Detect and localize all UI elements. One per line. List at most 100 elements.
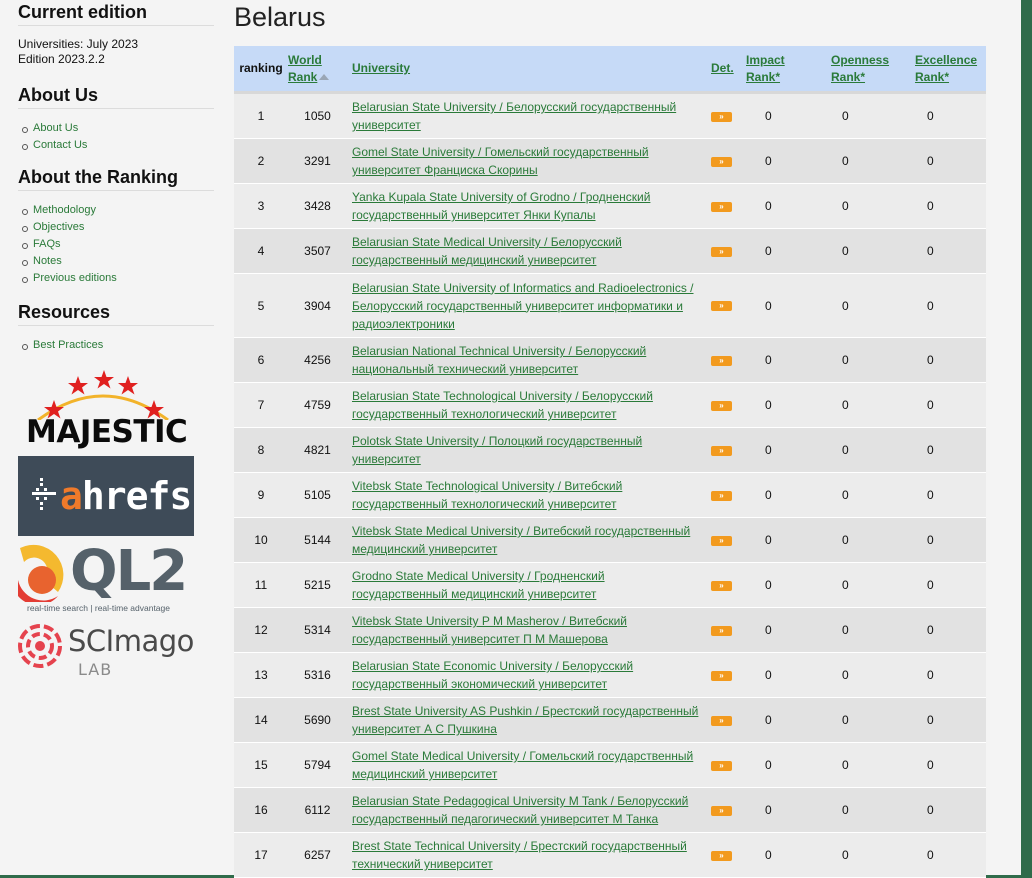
details-button[interactable]: » [711, 850, 732, 861]
details-button[interactable]: » [711, 625, 732, 636]
details-button[interactable]: » [711, 670, 732, 681]
table-row: 1 1050 Belarusian State University / Белор… [234, 92, 986, 139]
details-button[interactable]: » [711, 111, 732, 122]
resources-list: Best Practices [18, 337, 214, 354]
cell-det: » [709, 382, 746, 428]
details-button[interactable]: » [711, 490, 732, 501]
majestic-logo[interactable]: MAJESTIC [18, 370, 198, 450]
table-row: 4 3507 Belarusian State Medical University… [234, 228, 986, 274]
sidebar-item-previous-editions: Previous editions [22, 270, 214, 287]
university-link[interactable]: Grodno State Medical University / Гродне… [352, 569, 605, 601]
sidebar-item-about-us: About Us [22, 120, 214, 137]
university-link[interactable]: Vitebsk State Medical University / Витеб… [352, 524, 690, 556]
cell-impact-rank: 0 [746, 652, 811, 698]
cell-ranking: 3 [234, 183, 288, 229]
university-link[interactable]: Belarusian National Technical University… [352, 344, 646, 376]
details-button[interactable]: » [711, 580, 732, 591]
world-rank-label-1: World [288, 52, 322, 67]
table-row: 7 4759 Belarusian State Technological Univ… [234, 382, 986, 428]
methodology-link[interactable]: Methodology [33, 204, 96, 216]
cell-excellence-rank: 0 [895, 697, 986, 743]
previous-editions-link[interactable]: Previous editions [33, 272, 117, 284]
cell-university: Vitebsk State Medical University / Витеб… [351, 517, 709, 563]
notes-link[interactable]: Notes [33, 255, 62, 267]
university-link[interactable]: Gomel State University / Гомельский госу… [352, 145, 649, 177]
cell-excellence-rank: 0 [895, 183, 986, 229]
details-button[interactable]: » [711, 201, 732, 212]
cell-openness-rank: 0 [811, 652, 895, 698]
cell-impact-rank: 0 [746, 337, 811, 383]
university-link[interactable]: Belarusian State Pedagogical University … [352, 794, 688, 826]
details-button[interactable]: » [711, 715, 732, 726]
cell-det: » [709, 472, 746, 518]
cell-university: Gomel State Medical University / Гомельс… [351, 742, 709, 788]
sort-world-rank-link[interactable]: World Rank [288, 53, 322, 84]
sort-det-link[interactable]: Det. [711, 61, 734, 75]
cell-openness-rank: 0 [811, 92, 895, 139]
objectives-link[interactable]: Objectives [33, 221, 84, 233]
cell-openness-rank: 0 [811, 562, 895, 608]
cell-excellence-rank: 0 [895, 607, 986, 653]
cell-ranking: 11 [234, 562, 288, 608]
sort-excellence-link[interactable]: Excellence Rank* [915, 53, 977, 84]
col-ranking: ranking [234, 46, 288, 94]
openness-label-1: Openness [831, 52, 890, 67]
university-link[interactable]: Vitebsk State University P M Masherov / … [352, 614, 627, 646]
edition-number: Edition 2023.2.2 [18, 52, 105, 66]
university-link[interactable]: Vitebsk State Technological University /… [352, 479, 622, 511]
faqs-link[interactable]: FAQs [33, 238, 61, 250]
university-link[interactable]: Belarusian State Medical University / Бе… [352, 235, 622, 267]
details-button[interactable]: » [711, 535, 732, 546]
excellence-label-1: Excellence [915, 52, 978, 67]
university-link[interactable]: Brest State Technical University / Брест… [352, 839, 687, 871]
sort-university-link[interactable]: University [352, 61, 410, 75]
university-link[interactable]: Belarusian State University / Белорусски… [352, 100, 676, 132]
scimago-logo-text: SCImago [68, 624, 194, 658]
details-button[interactable]: » [711, 156, 732, 167]
sort-impact-link[interactable]: Impact Rank* [746, 53, 785, 84]
cell-impact-rank: 0 [746, 832, 811, 878]
table-row: 16 6112 Belarusian State Pedagogical Unive… [234, 787, 986, 833]
details-button[interactable]: » [711, 805, 732, 816]
cell-excellence-rank: 0 [895, 138, 986, 184]
cell-openness-rank: 0 [811, 183, 895, 229]
university-link[interactable]: Belarusian State Economic University / Б… [352, 659, 633, 691]
details-button[interactable]: » [711, 400, 732, 411]
details-button[interactable]: » [711, 760, 732, 771]
best-practices-link[interactable]: Best Practices [33, 339, 103, 351]
about-us-link[interactable]: About Us [33, 122, 78, 134]
cell-excellence-rank: 0 [895, 273, 986, 338]
university-link[interactable]: Belarusian State University of Informati… [352, 281, 694, 331]
cell-det: » [709, 562, 746, 608]
ahrefs-logo-a: a [60, 474, 83, 518]
contact-us-link[interactable]: Contact Us [33, 139, 87, 151]
cell-ranking: 6 [234, 337, 288, 383]
cell-openness-rank: 0 [811, 273, 895, 338]
details-button[interactable]: » [711, 355, 732, 366]
ql2-logo[interactable]: QL2 real-time search | real-time advanta… [18, 538, 204, 618]
scimago-logo[interactable]: SCImago LAB [18, 618, 204, 682]
cell-impact-rank: 0 [746, 92, 811, 139]
university-link[interactable]: Yanka Kupala State University of Grodno … [352, 190, 650, 222]
cell-impact-rank: 0 [746, 273, 811, 338]
university-link[interactable]: Polotsk State University / Полоцкий госу… [352, 434, 642, 466]
details-button[interactable]: » [711, 301, 732, 312]
table-row: 2 3291 Gomel State University / Гомельский… [234, 138, 986, 184]
details-button[interactable]: » [711, 246, 732, 257]
sort-openness-link[interactable]: Openness Rank* [831, 53, 889, 84]
cell-det: » [709, 607, 746, 653]
universities-date: Universities: July 2023 [18, 37, 139, 51]
sidebar-item-methodology: Methodology [22, 202, 214, 219]
cell-excellence-rank: 0 [895, 337, 986, 383]
university-link[interactable]: Brest State University AS Pushkin / Брес… [352, 704, 698, 736]
cell-excellence-rank: 0 [895, 562, 986, 608]
ahrefs-logo[interactable]: ahrefs [18, 456, 194, 536]
col-impact-rank: Impact Rank* [746, 46, 811, 94]
university-link[interactable]: Belarusian State Technological Universit… [352, 389, 653, 421]
cell-det: » [709, 92, 746, 139]
university-link[interactable]: Gomel State Medical University / Гомельс… [352, 749, 693, 781]
cell-ranking: 7 [234, 382, 288, 428]
cell-world-rank: 4256 [288, 337, 351, 383]
details-button[interactable]: » [711, 445, 732, 456]
sidebar-item-notes: Notes [22, 253, 214, 270]
